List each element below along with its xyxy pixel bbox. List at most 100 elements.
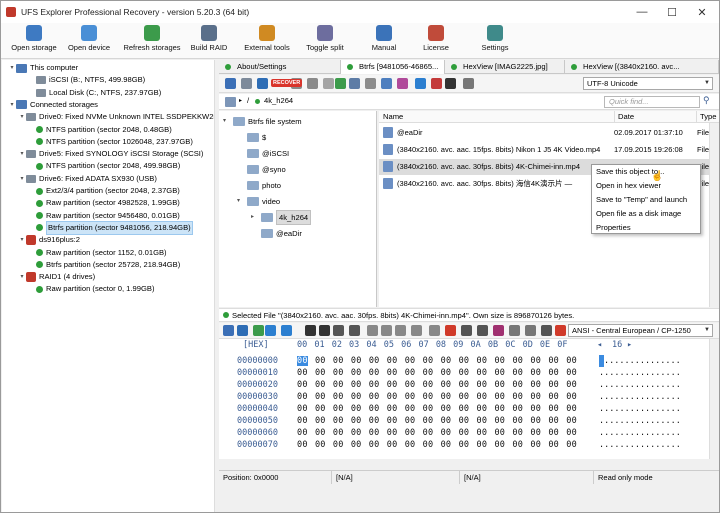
column-type[interactable]: Type xyxy=(696,111,716,123)
hex-tool-icon[interactable] xyxy=(319,325,330,336)
tree-item[interactable]: Raw partition (sector 4982528, 1.99GB) xyxy=(28,197,180,209)
hex-bytes[interactable]: 00 00 00 00 00 00 00 00 00 00 00 00 00 0… xyxy=(297,439,577,451)
file-row[interactable]: @eaDir02.09.2017 01:37:10File f xyxy=(379,125,719,141)
hex-tool-icon[interactable] xyxy=(461,325,472,336)
ribbon-button-toggle-split[interactable]: Toggle split xyxy=(301,25,349,52)
hex-tool-icon[interactable] xyxy=(477,325,488,336)
folder-item[interactable]: ▾ Btrfs file system xyxy=(223,115,302,128)
tree-item[interactable]: ▾ Drive0: Fixed NVMe Unknown INTEL SSDPEK… xyxy=(18,111,217,123)
toolbar-tool-icon[interactable] xyxy=(257,78,268,89)
hex-tool-icon[interactable] xyxy=(223,325,234,336)
toolbar-tool-icon[interactable] xyxy=(365,78,376,89)
recover-button[interactable]: RECOVER xyxy=(271,79,303,87)
tree-item[interactable]: ▾ Drive6: Fixed ADATA SX930 (USB) xyxy=(18,173,157,185)
ribbon-button-refresh-storages[interactable]: Refresh storages xyxy=(119,25,185,52)
tree-item[interactable]: Local Disk (C:, NTFS, 237.97GB) xyxy=(28,87,161,99)
context-menu-item[interactable]: Save this object to... xyxy=(592,165,700,179)
ribbon-button-license[interactable]: License xyxy=(419,25,453,52)
toolbar-tool-icon[interactable] xyxy=(323,78,334,89)
tree-item[interactable]: Btrfs partition (sector 25728, 218.94GB) xyxy=(28,259,180,271)
expander-icon[interactable]: ▾ xyxy=(8,62,16,74)
folder-item[interactable]: @iSCSI xyxy=(237,147,289,160)
tree-item[interactable]: Ext2/3/4 partition (sector 2048, 2.37GB) xyxy=(28,185,180,197)
quick-find-input[interactable]: Quick find... xyxy=(604,96,700,108)
hex-ascii[interactable]: ................ xyxy=(599,439,681,451)
tree-item[interactable]: Raw partition (sector 0, 1.99GB) xyxy=(28,283,154,295)
hex-tool-icon[interactable] xyxy=(305,325,316,336)
hex-ascii[interactable]: ................ xyxy=(599,415,681,427)
chevron-right-icon[interactable]: ▸ xyxy=(627,339,632,352)
expander-icon[interactable]: ▾ xyxy=(237,195,247,208)
hex-bytes[interactable]: 00 00 00 00 00 00 00 00 00 00 00 00 00 0… xyxy=(297,379,577,391)
hex-tool-icon[interactable] xyxy=(493,325,504,336)
context-menu-item[interactable]: Open in hex viewer xyxy=(592,179,700,193)
hex-ascii[interactable]: ................ xyxy=(599,403,681,415)
hex-bytes[interactable]: 00 00 00 00 00 00 00 00 00 00 00 00 00 0… xyxy=(297,415,577,427)
ribbon-button-open-storage[interactable]: Open storage xyxy=(5,25,63,52)
folder-item[interactable]: ▾ video xyxy=(237,195,280,208)
toolbar-tool-icon[interactable] xyxy=(431,78,442,89)
expander-icon[interactable]: ▾ xyxy=(8,99,16,111)
toolbar-tool-icon[interactable] xyxy=(397,78,408,89)
hex-bytes[interactable]: 00 00 00 00 00 00 00 00 00 00 00 00 00 0… xyxy=(297,367,577,379)
file-row[interactable]: (3840x2160. avc. aac. 15fps. 8bits) Niko… xyxy=(379,142,719,158)
folder-item[interactable]: @eaDir xyxy=(251,227,302,240)
column-date[interactable]: Date xyxy=(614,111,634,123)
hex-tool-icon[interactable] xyxy=(349,325,360,336)
ribbon-button-open-device[interactable]: Open device xyxy=(63,25,115,52)
hex-tool-icon[interactable] xyxy=(445,325,456,336)
tree-item[interactable]: ▾ Connected storages xyxy=(8,99,98,111)
toolbar-tool-icon[interactable] xyxy=(415,78,426,89)
hex-horizontal-scrollbar[interactable] xyxy=(219,459,719,469)
hex-tool-icon[interactable] xyxy=(253,325,264,336)
hex-tool-icon[interactable] xyxy=(367,325,378,336)
tab-0[interactable]: About/Settings xyxy=(219,60,341,74)
hex-ascii[interactable]: ................ xyxy=(599,391,681,403)
expander-icon[interactable]: ▾ xyxy=(18,234,26,246)
tree-scrollbar[interactable] xyxy=(214,60,218,512)
expander-icon[interactable]: ▾ xyxy=(18,271,26,283)
tree-item[interactable]: NTFS partition (sector 1026048, 237.97GB… xyxy=(28,136,193,148)
hex-tool-icon[interactable] xyxy=(381,325,392,336)
hex-ascii[interactable]: ................ xyxy=(599,379,681,391)
hex-tool-icon[interactable] xyxy=(333,325,344,336)
minimize-button[interactable]: — xyxy=(627,1,657,23)
tree-item[interactable]: NTFS partition (sector 2048, 0.48GB) xyxy=(28,124,172,136)
hex-bytes[interactable]: 00 00 00 00 00 00 00 00 00 00 00 00 00 0… xyxy=(297,355,577,367)
maximize-button[interactable]: ☐ xyxy=(657,1,687,23)
hex-tool-icon[interactable] xyxy=(555,325,566,336)
column-name[interactable]: Name xyxy=(383,111,403,123)
folder-item[interactable]: @syno xyxy=(237,163,286,176)
tab-2[interactable]: HexView [IMAG2225.jpg] xyxy=(445,60,565,74)
tree-item[interactable]: iSCSI (B:, NTFS, 499.98GB) xyxy=(28,74,145,86)
tab-3[interactable]: HexView [(3840x2160. avc... xyxy=(565,60,719,74)
hex-cursor-byte[interactable]: 00 xyxy=(297,356,308,366)
search-icon[interactable]: ⚲ xyxy=(703,95,710,106)
ribbon-button-settings[interactable]: Settings xyxy=(475,25,515,52)
toolbar-tool-icon[interactable] xyxy=(463,78,474,89)
hex-tool-icon[interactable] xyxy=(525,325,536,336)
hex-encoding-select[interactable]: ANSI - Central European / CP-1250 ▼ xyxy=(568,324,713,337)
tab-1[interactable]: Btrfs [9481056-46865... xyxy=(341,60,445,74)
hex-tool-icon[interactable] xyxy=(237,325,248,336)
folder-item[interactable]: $ xyxy=(237,131,266,144)
context-menu-item[interactable]: Open file as a disk image xyxy=(592,207,700,221)
tree-item[interactable]: Raw partition (sector 1152, 0.01GB) xyxy=(28,247,167,259)
hex-bytes[interactable]: 00 00 00 00 00 00 00 00 00 00 00 00 00 0… xyxy=(297,391,577,403)
close-button[interactable]: ✕ xyxy=(687,1,717,23)
hex-ascii[interactable]: ............... xyxy=(599,355,681,367)
path-current[interactable]: 4k_h264 xyxy=(264,96,293,105)
expander-icon[interactable]: ▾ xyxy=(18,173,26,185)
hex-tool-icon[interactable] xyxy=(395,325,406,336)
folder-item[interactable]: photo xyxy=(237,179,281,192)
ribbon-button-manual[interactable]: Manual xyxy=(361,25,407,52)
toolbar-tool-icon[interactable] xyxy=(349,78,360,89)
tree-item[interactable]: ▾ Drive5: Fixed SYNOLOGY iSCSI Storage (S… xyxy=(18,148,203,160)
encoding-select[interactable]: UTF-8 Unicode ▼ xyxy=(583,77,713,90)
hex-tool-icon[interactable] xyxy=(429,325,440,336)
toolbar-tool-icon[interactable] xyxy=(381,78,392,89)
tree-item[interactable]: ▾ ds916plus:2 xyxy=(18,234,80,246)
tree-item[interactable]: ▾ This computer xyxy=(8,62,78,74)
hex-bytes[interactable]: 00 00 00 00 00 00 00 00 00 00 00 00 00 0… xyxy=(297,403,577,415)
expander-icon[interactable]: ▾ xyxy=(18,111,26,123)
